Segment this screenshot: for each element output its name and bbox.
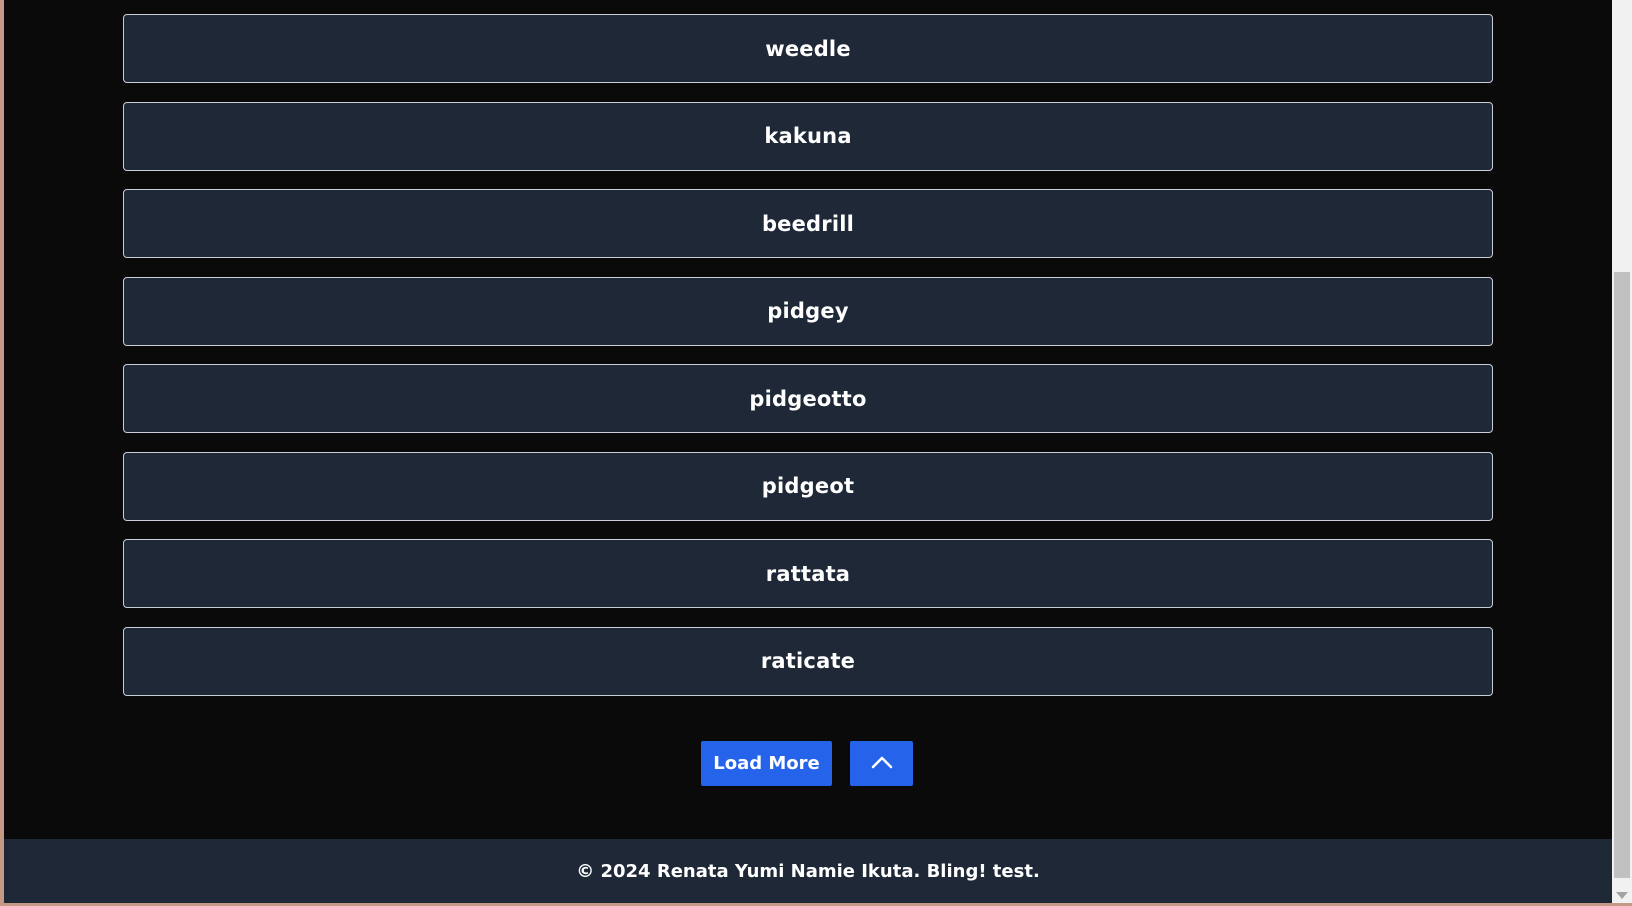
load-more-button[interactable]: Load More <box>701 741 832 786</box>
list-item[interactable]: pidgeotto <box>123 364 1493 433</box>
pokemon-name: weedle <box>765 36 851 61</box>
pokemon-name: pidgeotto <box>749 386 867 411</box>
pokemon-list: weedle kakuna beedrill pidgey pidgeotto … <box>123 14 1493 714</box>
list-item[interactable]: rattata <box>123 539 1493 608</box>
chevron-up-icon <box>871 753 893 774</box>
page-content: weedle kakuna beedrill pidgey pidgeotto … <box>4 0 1612 903</box>
pokemon-name: pidgey <box>767 299 849 323</box>
list-item[interactable]: kakuna <box>123 101 1493 171</box>
pokemon-name: pidgeot <box>761 474 855 498</box>
scroll-to-top-button[interactable] <box>850 741 913 786</box>
pokemon-name: beedrill <box>761 211 855 236</box>
list-item[interactable]: beedrill <box>123 189 1493 258</box>
browser-viewport: weedle kakuna beedrill pidgey pidgeotto … <box>4 0 1632 903</box>
vertical-scrollbar[interactable] <box>1612 0 1632 903</box>
scroll-down-arrow-icon[interactable] <box>1616 892 1628 899</box>
list-item[interactable]: pidgey <box>123 276 1493 346</box>
list-item[interactable]: weedle <box>123 14 1493 83</box>
footer-copyright: © 2024 Renata Yumi Namie Ikuta. Bling! t… <box>576 860 1040 882</box>
scrollbar-thumb[interactable] <box>1614 272 1630 878</box>
list-item[interactable]: pidgeot <box>123 451 1493 521</box>
pokemon-name: rattata <box>765 561 851 586</box>
pokemon-name: raticate <box>760 649 856 673</box>
page-footer: © 2024 Renata Yumi Namie Ikuta. Bling! t… <box>4 839 1612 903</box>
list-actions: Load More <box>701 741 913 786</box>
pokemon-name: kakuna <box>764 124 852 148</box>
list-item[interactable]: raticate <box>123 626 1493 696</box>
